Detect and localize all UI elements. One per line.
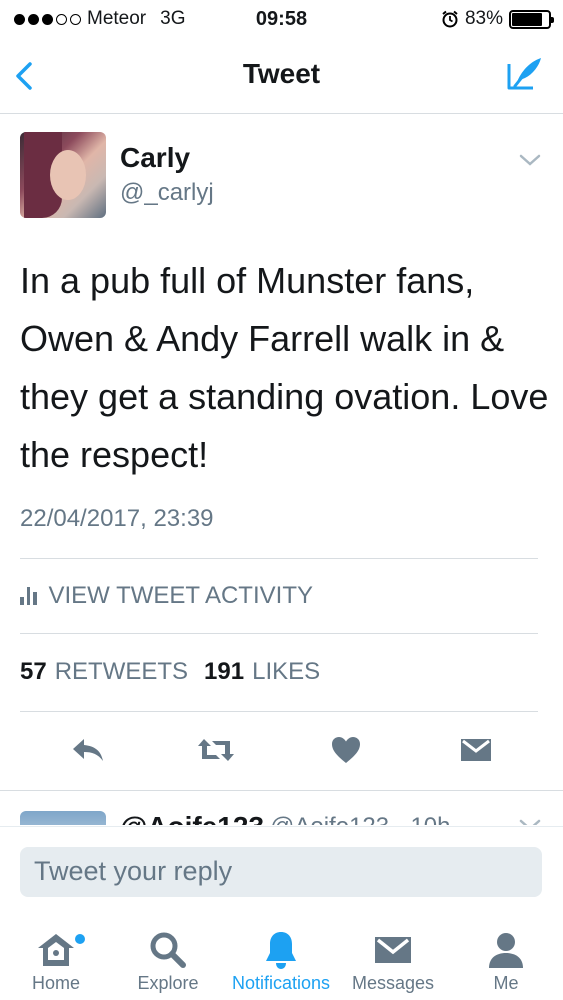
avatar[interactable] [20, 132, 106, 218]
reply-author-name[interactable]: @Aoife123 [120, 811, 264, 825]
retweets-number: 57 [20, 658, 47, 685]
tab-messages-label: Messages [351, 973, 435, 993]
reply-author-meta: @Aoife123 · 10h [270, 813, 450, 825]
divider [20, 711, 538, 712]
battery-level [512, 12, 542, 26]
view-tweet-activity-label: VIEW TWEET ACTIVITY [48, 582, 313, 609]
battery-status: 83% [441, 8, 554, 30]
search-icon [150, 932, 186, 968]
view-tweet-activity-link[interactable]: VIEW TWEET ACTIVITY [20, 582, 313, 610]
likes-label: LIKES [252, 658, 321, 685]
chevron-down-icon[interactable] [517, 150, 543, 170]
reply-button[interactable] [68, 730, 108, 770]
retweets-count[interactable]: 57 RETWEETS [20, 658, 188, 686]
retweet-icon [198, 739, 234, 761]
tab-me[interactable]: Me [450, 918, 562, 1000]
envelope-icon [375, 937, 411, 963]
alarm-icon [442, 10, 458, 28]
battery-icon [509, 9, 554, 29]
tab-notifications-label: Notifications [231, 973, 331, 993]
notification-dot [75, 934, 85, 944]
tab-messages[interactable]: Messages [337, 918, 449, 1000]
reply-bar: Tweet your reply [0, 826, 563, 918]
tweet-text: In a pub full of Munster fans, Owen & An… [20, 260, 549, 475]
divider [20, 633, 538, 634]
nav-bar: Tweet [0, 38, 563, 114]
engagement-counts: 57 RETWEETS 191 LIKES [20, 658, 320, 686]
compose-tweet-icon[interactable] [503, 52, 545, 94]
person-icon [489, 933, 523, 968]
chevron-down-icon[interactable] [517, 815, 543, 825]
heart-icon [332, 737, 360, 763]
tweet-author-handle[interactable]: @_carlyj [120, 179, 214, 207]
tab-home[interactable]: Home [0, 918, 112, 1000]
like-button[interactable] [326, 730, 366, 770]
retweet-button[interactable] [196, 730, 236, 770]
status-bar: Meteor 3G 09:58 83% [0, 0, 563, 38]
tab-bar: Home Explore Notifications Messages Me [0, 918, 563, 1000]
tweet-author-name[interactable]: Carly [120, 142, 190, 174]
divider [20, 558, 538, 559]
tweet-timestamp: 22/04/2017, 23:39 [20, 505, 214, 532]
likes-number: 191 [204, 658, 245, 685]
reply-icon [73, 739, 103, 761]
reply-input[interactable]: Tweet your reply [20, 847, 542, 897]
tab-home-label: Home [31, 973, 80, 993]
retweets-label: RETWEETS [54, 658, 189, 685]
tab-explore-label: Explore [137, 973, 199, 993]
envelope-icon [461, 739, 491, 761]
direct-message-button[interactable] [456, 730, 496, 770]
likes-count[interactable]: 191 LIKES [204, 658, 320, 686]
tweet-actions [0, 730, 563, 770]
home-icon [38, 934, 74, 966]
battery-percent: 83% [464, 8, 503, 29]
tab-explore[interactable]: Explore [112, 918, 224, 1000]
reply-tweet-preview[interactable]: @Aoife123 @Aoife123 · 10h [0, 790, 563, 825]
analytics-icon [20, 587, 37, 605]
tab-notifications[interactable]: Notifications [225, 918, 337, 1000]
avatar[interactable] [20, 811, 106, 825]
page-title: Tweet [242, 58, 321, 89]
tab-me-label: Me [493, 973, 519, 993]
bell-icon [266, 932, 296, 969]
